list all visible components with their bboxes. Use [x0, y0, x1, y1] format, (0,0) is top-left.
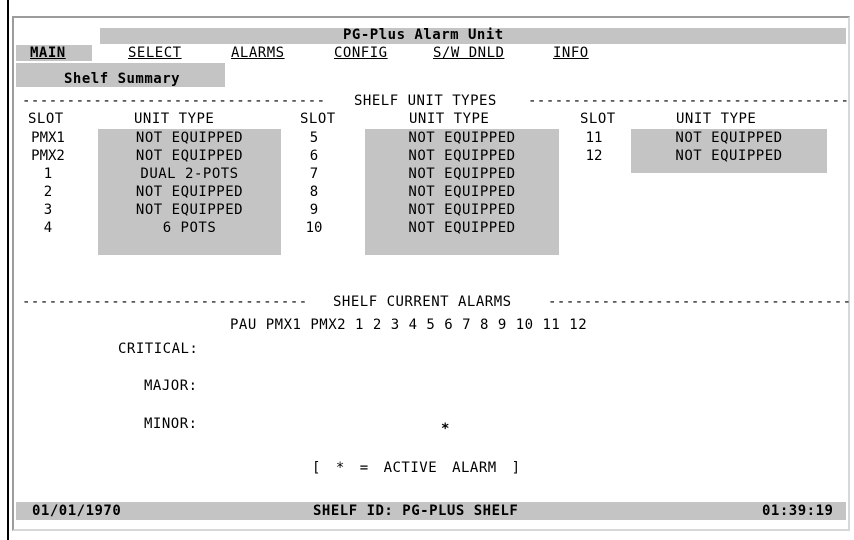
- unit-types-section-title: SHELF UNIT TYPES: [354, 93, 497, 109]
- unit-type-field[interactable]: NOT EQUIPPED: [365, 129, 559, 147]
- alarm-columns-header: PAU PMX1 PMX2 1 2 3 4 5 6 7 8 9 10 11 12: [230, 317, 588, 333]
- section-divider-dashes: --------------------------------: [22, 294, 308, 310]
- col-type-header: UNIT TYPE: [676, 111, 757, 127]
- slot-label: PMX1: [31, 130, 65, 146]
- status-date: 01/01/1970: [32, 503, 122, 519]
- slot-label: 2: [43, 184, 53, 200]
- minor-alarm-active-marker: *: [441, 421, 450, 437]
- unit-type-field[interactable]: NOT EQUIPPED: [365, 147, 559, 165]
- menu-config[interactable]: CONFIG: [334, 45, 388, 62]
- unit-type-field[interactable]: NOT EQUIPPED: [98, 183, 281, 201]
- slot-label: 7: [309, 166, 319, 182]
- unit-type-field[interactable]: NOT EQUIPPED: [365, 183, 559, 201]
- unit-type-field[interactable]: NOT EQUIPPED: [98, 147, 281, 165]
- slot-label: 5: [309, 130, 319, 146]
- slot-label: 4: [43, 220, 53, 236]
- minor-label: MINOR:: [144, 416, 198, 432]
- unit-type-field[interactable]: NOT EQUIPPED: [98, 129, 281, 147]
- section-divider-dashes: ----------------------------------: [22, 93, 326, 109]
- alarm-legend: [ * = ACTIVE ALARM ]: [312, 460, 521, 476]
- unit-type-field[interactable]: NOT EQUIPPED: [365, 165, 559, 183]
- col-type-header: UNIT TYPE: [409, 111, 490, 127]
- slot-label: 6: [309, 148, 319, 164]
- slot-label: 8: [309, 184, 319, 200]
- critical-label: CRITICAL:: [118, 341, 199, 357]
- app-title: PG-Plus Alarm Unit: [343, 27, 504, 43]
- menu-select[interactable]: SELECT: [128, 45, 182, 62]
- slot-label: 11: [585, 130, 603, 146]
- section-divider-dashes: -----------------------------------: [548, 294, 854, 310]
- menu-main[interactable]: MAIN: [30, 45, 66, 62]
- col-slot-header: SLOT: [580, 111, 616, 127]
- unit-type-field[interactable]: NOT EQUIPPED: [631, 147, 827, 173]
- current-alarms-section-title: SHELF CURRENT ALARMS: [333, 294, 512, 310]
- unit-type-field[interactable]: NOT EQUIPPED: [365, 219, 559, 255]
- menu-info[interactable]: INFO: [553, 45, 589, 62]
- unit-type-field[interactable]: NOT EQUIPPED: [98, 201, 281, 219]
- unit-type-field[interactable]: NOT EQUIPPED: [631, 129, 827, 147]
- col-type-header: UNIT TYPE: [134, 111, 215, 127]
- menu-alarms[interactable]: ALARMS: [231, 45, 285, 62]
- unit-type-field[interactable]: 6 POTS: [98, 219, 281, 255]
- window-edge: [7, 0, 9, 540]
- slot-label: 12: [585, 148, 603, 164]
- status-time: 01:39:19: [762, 503, 834, 519]
- col-slot-header: SLOT: [28, 111, 64, 127]
- section-divider-dashes: ------------------------------------: [528, 93, 850, 109]
- slot-label: 9: [309, 202, 319, 218]
- submenu-shelf-summary[interactable]: Shelf Summary: [64, 71, 180, 88]
- status-shelf-id: SHELF ID: PG-PLUS SHELF: [313, 503, 519, 519]
- menu-swdnld[interactable]: S/W DNLD: [433, 45, 504, 62]
- slot-label: 1: [43, 166, 53, 182]
- slot-label: PMX2: [31, 148, 65, 164]
- col-slot-header: SLOT: [300, 111, 336, 127]
- slot-label: 3: [43, 202, 53, 218]
- slot-label: 10: [305, 220, 323, 236]
- unit-type-field[interactable]: DUAL 2-POTS: [98, 165, 281, 183]
- major-label: MAJOR:: [144, 378, 198, 394]
- unit-type-field[interactable]: NOT EQUIPPED: [365, 201, 559, 219]
